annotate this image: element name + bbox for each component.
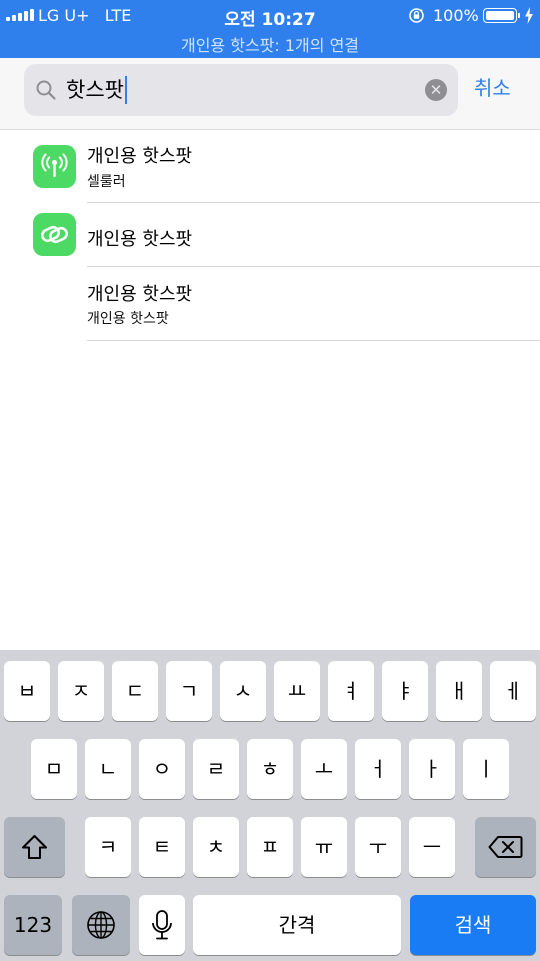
text-cursor (124, 76, 127, 104)
microphone-icon (152, 910, 172, 940)
cellular-antenna-icon (33, 145, 76, 188)
globe-icon (87, 911, 115, 939)
result-title: 개인용 핫스팟 (87, 146, 193, 167)
key-ㅛ[interactable]: ㅛ (274, 661, 320, 721)
search-key[interactable]: 검색 (410, 895, 536, 955)
globe-key[interactable] (72, 895, 130, 955)
key-ㅑ[interactable]: ㅑ (382, 661, 428, 721)
key-ㅋ[interactable]: ㅋ (85, 817, 131, 877)
search-icon (36, 80, 56, 100)
rotation-lock-icon (409, 8, 424, 23)
key-ㄱ[interactable]: ㄱ (166, 661, 212, 721)
search-input[interactable]: 핫스팟 (66, 72, 127, 108)
shift-key[interactable] (4, 817, 65, 877)
key-ㅈ[interactable]: ㅈ (58, 661, 104, 721)
result-title: 개인용 핫스팟 (87, 229, 193, 250)
key-ㅏ[interactable]: ㅏ (409, 739, 455, 799)
search-query-text: 핫스팟 (66, 78, 124, 102)
result-title: 개인용 핫스팟 (87, 284, 193, 305)
key-ㅍ[interactable]: ㅍ (247, 817, 293, 877)
key-ㅔ[interactable]: ㅔ (490, 661, 536, 721)
result-subtitle: 개인용 핫스팟 (87, 311, 169, 327)
key-ㅊ[interactable]: ㅊ (193, 817, 239, 877)
key-ㅂ[interactable]: ㅂ (4, 661, 50, 721)
key-ㅠ[interactable]: ㅠ (301, 817, 347, 877)
status-bar: LG U+ LTE 오전 10:27 100% 개인용 핫스팟: 1개의 연결 (0, 0, 540, 58)
clear-search-icon[interactable]: ✕ (425, 79, 447, 101)
result-row[interactable]: 개인용 핫스팟 개인용 핫스팟 (0, 267, 540, 341)
key-ㅜ[interactable]: ㅜ (355, 817, 401, 877)
key-ㄴ[interactable]: ㄴ (85, 739, 131, 799)
space-key[interactable]: 간격 (193, 895, 401, 955)
key-ㅐ[interactable]: ㅐ (436, 661, 482, 721)
key-ㅕ[interactable]: ㅕ (328, 661, 374, 721)
key-ㅇ[interactable]: ㅇ (139, 739, 185, 799)
backspace-icon (488, 836, 523, 858)
divider (87, 340, 540, 341)
hotspot-connection-banner[interactable]: 개인용 핫스팟: 1개의 연결 (0, 32, 540, 56)
key-ㅅ[interactable]: ㅅ (220, 661, 266, 721)
charging-bolt-icon (525, 7, 533, 24)
battery-icon (483, 8, 517, 23)
numbers-key[interactable]: 123 (4, 895, 62, 955)
result-subtitle: 셀룰러 (87, 174, 126, 190)
key-ㅣ[interactable]: ㅣ (463, 739, 509, 799)
key-ㅡ[interactable]: ㅡ (409, 817, 455, 877)
search-bar-container: 핫스팟 ✕ 취소 (0, 58, 540, 130)
search-results-list: 개인용 핫스팟 셀룰러 개인용 핫스팟 개인용 핫스팟 개인용 핫스팟 (0, 131, 540, 341)
result-row[interactable]: 개인용 핫스팟 셀룰러 (0, 131, 540, 203)
key-ㅓ[interactable]: ㅓ (355, 739, 401, 799)
search-field[interactable]: 핫스팟 ✕ (24, 64, 458, 116)
key-ㄹ[interactable]: ㄹ (193, 739, 239, 799)
key-ㄷ[interactable]: ㄷ (112, 661, 158, 721)
key-ㅌ[interactable]: ㅌ (139, 817, 185, 877)
result-row[interactable]: 개인용 핫스팟 (0, 203, 540, 267)
key-ㅗ[interactable]: ㅗ (301, 739, 347, 799)
dictation-key[interactable] (139, 895, 185, 955)
delete-key[interactable] (475, 817, 536, 877)
hotspot-link-icon (33, 213, 76, 256)
cancel-button[interactable]: 취소 (474, 72, 511, 101)
shift-icon (22, 835, 47, 859)
keyboard: ㅂ ㅈ ㄷ ㄱ ㅅ ㅛ ㅕ ㅑ ㅐ ㅔ ㅁ ㄴ ㅇ ㄹ ㅎ ㅗ ㅓ ㅏ ㅣ ㅋ … (0, 650, 540, 961)
battery-percentage: 100% (433, 6, 479, 25)
key-ㅁ[interactable]: ㅁ (31, 739, 77, 799)
key-ㅎ[interactable]: ㅎ (247, 739, 293, 799)
